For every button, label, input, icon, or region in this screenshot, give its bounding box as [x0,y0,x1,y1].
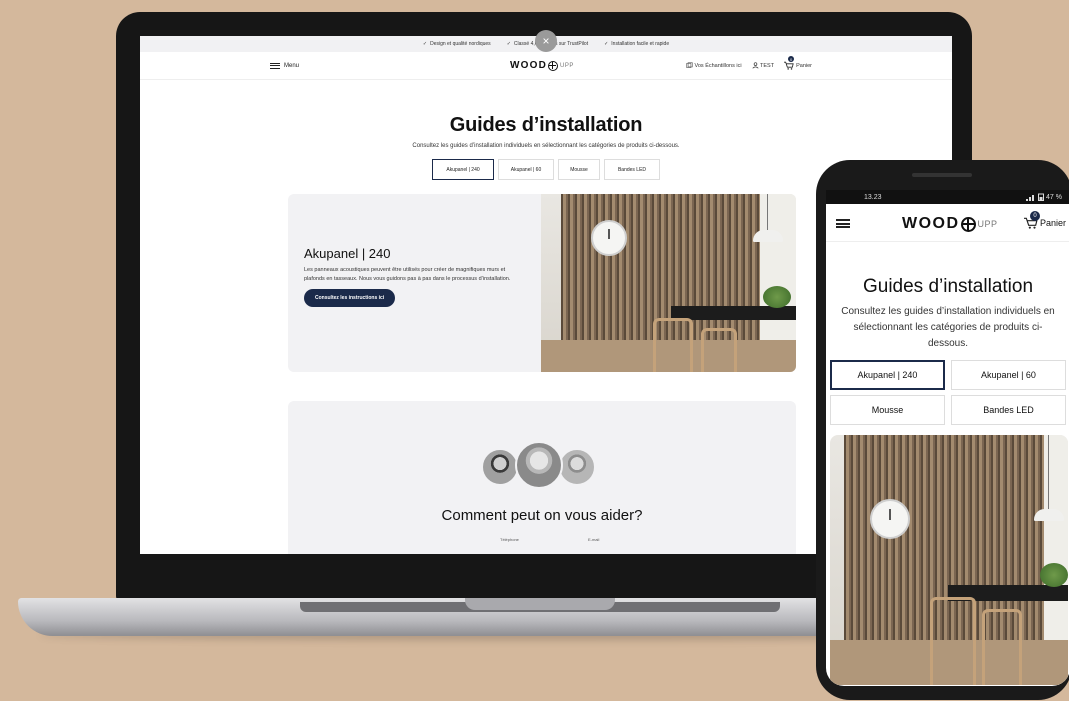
cart-link[interactable]: 0 Panier [1023,211,1066,229]
photo-lamp [753,230,783,242]
support-avatars [481,441,603,491]
tab-mousse[interactable]: Mousse [830,395,945,425]
page-subtitle: Consultez les guides d’installation indi… [412,143,680,149]
tab-akupanel-60[interactable]: Akupanel | 60 [951,360,1066,390]
site-header: Menu WOOD UPP Vos Échantillons ici TEST … [140,52,952,80]
status-bar: 13.23 47 % [826,190,1069,204]
category-tabs: Akupanel | 240 Akupanel | 60 Mousse Band… [830,360,1069,425]
battery-icon [1038,193,1045,201]
logo-text: WOOD [902,215,960,232]
account-link[interactable]: TEST [752,62,775,69]
signal-icon [1026,194,1035,201]
samples-link[interactable]: Vos Échantillons ici [686,62,742,69]
usp-text: Installation facile et rapide [611,41,670,47]
tab-akupanel-240[interactable]: Akupanel | 240 [432,159,494,180]
usp-item: ✓ Design et qualité nordiques [423,41,491,47]
product-info: Akupanel | 240 Les panneaux acoustiques … [304,246,524,308]
logo-text: WOOD [510,60,548,71]
help-title: Comment peut on vous aider? [441,507,643,524]
avatar [481,448,519,486]
status-time: 13.23 [864,193,882,201]
phone-screen: 13.23 47 % WOOD UPP 0 Panier Guides d’in… [826,190,1069,686]
status-right: 47 % [1026,193,1062,201]
tab-bandes-led[interactable]: Bandes LED [604,159,660,180]
hamburger-icon [270,62,280,69]
header-actions: Vos Échantillons ici TEST 0 Panier [686,56,812,70]
check-icon: ✓ [506,41,511,47]
menu-label: Menu [284,62,300,69]
page-title: Guides d’installation [862,276,1034,297]
close-icon[interactable]: × [535,30,557,52]
product-photo [541,194,796,372]
check-icon: ✓ [604,41,609,47]
wheel-logo-icon [548,60,559,71]
photo-lamp-cord [767,194,768,230]
photo-lamp [1034,509,1064,521]
tab-bandes-led[interactable]: Bandes LED [951,395,1066,425]
photo-clock [870,499,910,539]
product-description: Les panneaux acoustiques peuvent être ut… [304,267,511,282]
photo-chair [701,328,737,372]
avatar [558,448,596,486]
usp-text: Design et qualité nordiques [430,41,491,47]
photo-chair [982,609,1022,685]
help-card: Comment peut on vous aider? Téléphone E-… [288,401,796,554]
account-label: TEST [760,62,775,69]
photo-plant [763,286,791,308]
product-card: Akupanel | 240 Les panneaux acoustiques … [288,194,796,372]
email-label: E-mail [588,537,600,542]
photo-lamp-cord [1048,435,1049,509]
wheel-logo-icon [960,216,976,232]
menu-button[interactable]: Menu [270,62,300,69]
tab-mousse[interactable]: Mousse [558,159,600,180]
tab-akupanel-60[interactable]: Akupanel | 60 [498,159,554,180]
cart-count-badge: 0 [1029,211,1040,221]
cart-link[interactable]: 0 Panier [784,56,812,70]
tab-akupanel-240[interactable]: Akupanel | 240 [830,360,945,390]
cart-icon [784,61,794,70]
page-subtitle: Consultez les guides d’installation indi… [841,306,1055,349]
phone-label: Téléphone [500,537,519,542]
logo-suffix: UPP [977,219,998,229]
logo[interactable]: WOOD UPP [902,215,998,233]
phone-speaker [912,173,972,177]
page-title: Guides d’installation [449,114,643,136]
user-icon [752,62,759,69]
hamburger-icon[interactable] [836,219,850,228]
photo-chair [930,597,976,685]
status-battery: 47 % [1046,193,1062,201]
samples-label: Vos Échantillons ici [694,62,742,69]
cart-label: Panier [1039,218,1066,228]
samples-icon [686,62,693,68]
instructions-button[interactable]: Consultez les instructions ici [304,289,396,308]
avatar [515,441,563,489]
product-name: Akupanel | 240 [304,246,391,261]
photo-chair [653,318,693,372]
logo[interactable]: WOOD UPP [510,60,574,71]
cart-label: Panier [796,62,812,69]
photo-clock [591,220,627,256]
product-photo [830,435,1068,685]
check-icon: ✓ [422,41,428,47]
logo-suffix: UPP [560,62,574,69]
usp-item: ✓ Installation facile et rapide [604,41,669,47]
laptop-trackpad-notch [465,598,615,610]
photo-plant [1040,563,1068,587]
phone-header: WOOD UPP 0 Panier [826,204,1069,242]
